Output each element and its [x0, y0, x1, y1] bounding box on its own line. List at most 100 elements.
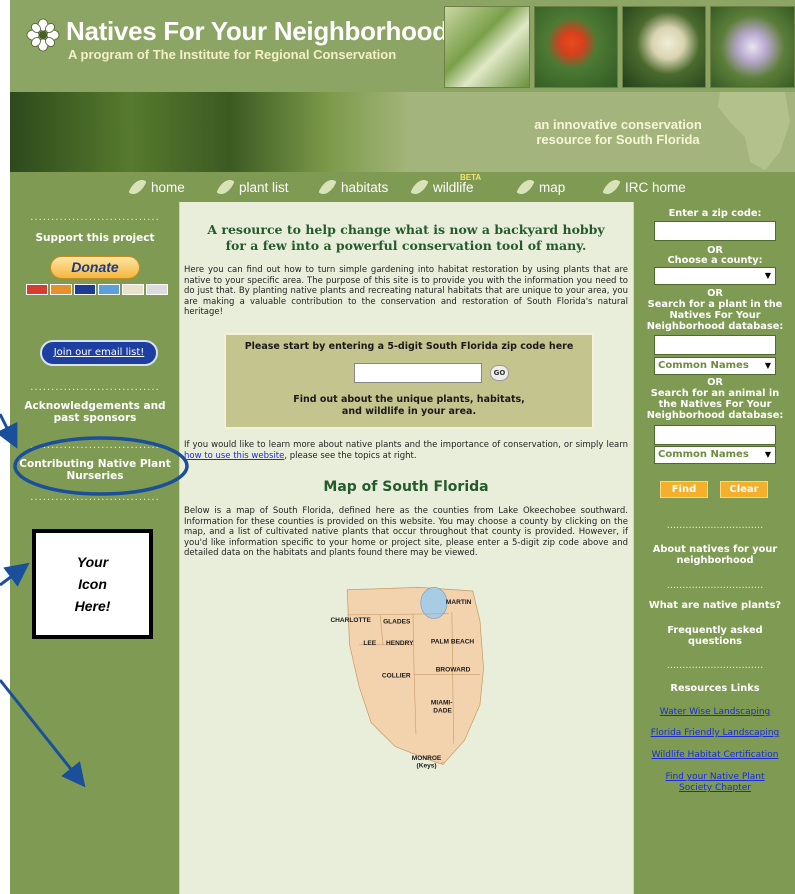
header-photo-fruit	[622, 6, 706, 88]
nav-habitats[interactable]: habitats	[318, 176, 389, 198]
leaf-icon	[602, 176, 621, 198]
divider: ...............................	[30, 212, 160, 223]
county-monroe-keys[interactable]: (Keys)	[417, 762, 437, 769]
zip-box-description: Find out about the unique plants, habita…	[226, 394, 592, 418]
divider: ...............................	[30, 440, 160, 451]
ack-line: past sponsors	[53, 412, 137, 424]
map-heading: Map of South Florida	[323, 479, 489, 495]
card-icon	[50, 284, 72, 295]
or-label: OR	[707, 377, 723, 388]
animal-search-line: Neighborhood database:	[646, 410, 784, 421]
animal-name-type-select[interactable]: Common Names ▼	[654, 446, 776, 464]
nav-plant-list[interactable]: plant list	[216, 176, 289, 198]
nav-label: habitats	[341, 179, 389, 195]
acknowledgements-link[interactable]: Acknowledgements and past sponsors	[10, 400, 180, 424]
nav-home[interactable]: home	[128, 176, 185, 198]
learn-more-text: , please see the topics at right.	[284, 450, 417, 461]
flower-logo-icon[interactable]	[26, 18, 60, 52]
go-button[interactable]: GO	[490, 365, 509, 381]
county-martin[interactable]: MARTIN	[446, 599, 472, 606]
nav-wildlife[interactable]: wildlife BETA	[410, 173, 481, 198]
county-lee[interactable]: LEE	[363, 640, 376, 647]
county-miami-dade[interactable]: MIAMI-	[431, 700, 453, 707]
plant-search-label: OR Search for a plant in the Natives For…	[634, 288, 795, 332]
placeholder-line: Your	[76, 554, 109, 570]
left-margin	[0, 0, 10, 894]
right-zip-input[interactable]	[654, 221, 776, 241]
your-icon-placeholder: Your Icon Here!	[32, 529, 153, 639]
nurseries-line: Nurseries	[66, 470, 124, 482]
animal-search-input[interactable]	[654, 425, 776, 445]
county-charlotte[interactable]: CHARLOTTE	[330, 617, 371, 624]
county-monroe[interactable]: MONROE	[412, 755, 442, 762]
county-label: Choose a county:	[667, 255, 763, 266]
plant-search-line: Natives For Your	[669, 310, 761, 321]
county-select[interactable]: ▼	[654, 267, 776, 285]
animal-search-line: the Natives For Your	[658, 399, 772, 410]
learn-more-text: If you would like to learn more about na…	[184, 440, 628, 450]
about-natives-link[interactable]: About natives for your neighborhood	[634, 544, 795, 566]
learn-more-paragraph: If you would like to learn more about na…	[184, 440, 628, 461]
site-tagline: an innovative conservation resource for …	[498, 117, 738, 147]
donate-button[interactable]: Donate	[50, 256, 140, 279]
faq-link[interactable]: Frequently asked questions	[634, 625, 795, 647]
county-palm-beach[interactable]: PALM BEACH	[431, 639, 475, 646]
site-title[interactable]: Natives For Your Neighborhood	[66, 16, 448, 47]
leaf-icon	[318, 176, 337, 198]
nav-irc-home[interactable]: IRC home	[602, 176, 686, 198]
zip-search-box: Please start by entering a 5-digit South…	[224, 333, 594, 429]
dropdown-arrow-icon: ▼	[764, 450, 771, 459]
leaf-icon	[216, 176, 235, 198]
county-glades[interactable]: GLADES	[383, 618, 411, 625]
foliage-photo	[10, 92, 410, 172]
faq-line: questions	[687, 636, 743, 647]
how-to-use-link[interactable]: how to use this website	[184, 451, 284, 461]
florida-friendly-link[interactable]: Florida Friendly Landscaping	[634, 728, 795, 739]
intro-paragraph: Here you can find out how to turn simple…	[184, 265, 628, 317]
what-are-native-plants-link[interactable]: What are native plants?	[634, 600, 795, 611]
support-label: Support this project	[35, 232, 155, 244]
plant-name-type-select[interactable]: Common Names ▼	[654, 357, 776, 375]
zip-desc-line: and wildlife in your area.	[341, 406, 477, 417]
email-list-button[interactable]: Join our email list!	[40, 340, 158, 366]
water-wise-link[interactable]: Water Wise Landscaping	[634, 707, 795, 718]
county-collier[interactable]: COLLIER	[382, 673, 411, 680]
heading-line: A resource to help change what is now a …	[207, 222, 605, 237]
divider: ...............................	[30, 492, 160, 503]
clear-button[interactable]: Clear	[720, 481, 768, 498]
zip-box-title: Please start by entering a 5-digit South…	[244, 341, 574, 352]
dropdown-arrow-icon: ▼	[764, 361, 771, 370]
card-icon	[122, 284, 144, 295]
plant-search-input[interactable]	[654, 335, 776, 355]
nurseries-link[interactable]: Contributing Native Plant Nurseries	[10, 458, 180, 482]
divider: ...............................	[666, 580, 764, 591]
native-plant-society-link[interactable]: Find your Native Plant	[634, 772, 795, 783]
placeholder-line: Here!	[74, 598, 111, 614]
animal-search-line: Search for an animal in	[650, 388, 780, 399]
payment-cards	[26, 284, 172, 295]
native-plant-society-link-2[interactable]: Society Chapter	[634, 783, 795, 794]
wildlife-habitat-link[interactable]: Wildlife Habitat Certification	[634, 750, 795, 761]
south-florida-map[interactable]: MARTIN CHARLOTTE GLADES LEE HENDRY PALM …	[272, 585, 542, 890]
select-value: Common Names	[658, 360, 749, 371]
nav-label: home	[151, 179, 185, 195]
main-heading: A resource to help change what is now a …	[180, 222, 632, 254]
county-miami-dade-2[interactable]: DADE	[433, 707, 452, 714]
nurseries-line: Contributing Native Plant	[19, 458, 171, 470]
card-icon	[146, 284, 168, 295]
zip-input[interactable]	[354, 363, 482, 383]
heading-line: for a few into a powerful conservation t…	[225, 238, 587, 253]
find-button[interactable]: Find	[660, 481, 708, 498]
plant-search-line: Search for a plant in the	[647, 299, 783, 310]
animal-search-label: OR Search for an animal in the Natives F…	[634, 377, 795, 421]
resources-heading: Resources Links	[670, 683, 760, 694]
header-photo-palm	[444, 6, 530, 88]
nav-map[interactable]: map	[516, 176, 566, 198]
tagline-line-2: resource for South Florida	[536, 132, 700, 147]
county-broward[interactable]: BROWARD	[436, 667, 471, 674]
right-sidebar: Enter a zip code: OR Choose a county: ▼ …	[633, 202, 795, 894]
dropdown-arrow-icon: ▼	[764, 271, 771, 280]
nav-label: map	[539, 179, 566, 195]
plant-search-line: Neighborhood database:	[646, 321, 784, 332]
county-hendry[interactable]: HENDRY	[386, 640, 414, 647]
